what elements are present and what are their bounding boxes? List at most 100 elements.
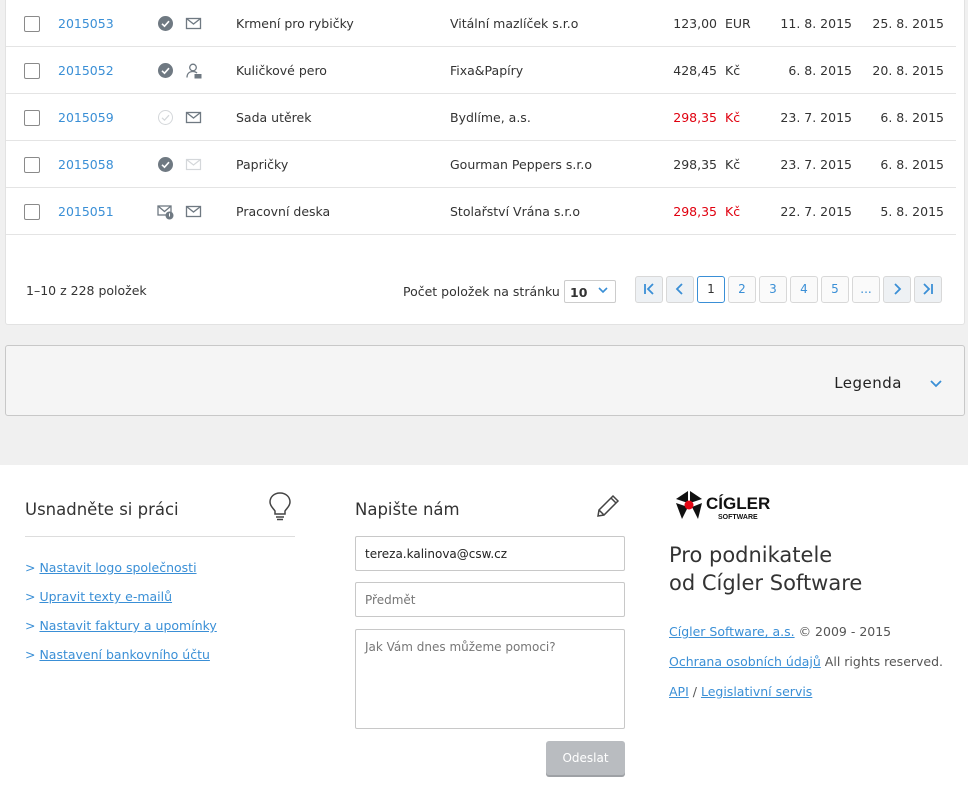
due-date: 6. 8. 2015 bbox=[880, 157, 944, 172]
api-link[interactable]: API bbox=[669, 684, 689, 699]
row-checkbox[interactable] bbox=[24, 157, 40, 173]
issue-date: 23. 7. 2015 bbox=[780, 110, 852, 125]
page-button[interactable]: 3 bbox=[759, 276, 787, 303]
last-page-button[interactable] bbox=[914, 276, 942, 303]
email-pending-icon bbox=[185, 156, 202, 173]
invoice-amount: 123,00 bbox=[673, 16, 717, 31]
help-link-item: > Nastavit logo společnosti bbox=[25, 560, 217, 589]
invoice-currency: Kč bbox=[725, 157, 741, 172]
legend-label: Legenda bbox=[834, 374, 902, 392]
invoice-number[interactable]: 2015052 bbox=[58, 47, 114, 94]
item-name: Kuličkové pero bbox=[236, 63, 327, 78]
table-row[interactable]: 2015051 Pracovní deska Stolařství Vrána s.… bbox=[6, 188, 956, 235]
first-page-button[interactable] bbox=[635, 276, 663, 303]
privacy-link[interactable]: Ochrana osobních údajů bbox=[669, 654, 821, 669]
chevron-down-icon bbox=[597, 284, 609, 299]
svg-text:SOFTWARE: SOFTWARE bbox=[718, 514, 758, 521]
chevron-right-icon: > bbox=[25, 560, 40, 575]
chevron-left-icon bbox=[675, 282, 683, 295]
page-button[interactable]: 1 bbox=[697, 276, 725, 303]
chevron-right-icon: > bbox=[25, 589, 40, 604]
legend-panel[interactable]: Legenda bbox=[5, 345, 965, 416]
invoice-number[interactable]: 2015059 bbox=[58, 94, 114, 141]
help-link[interactable]: Nastavení bankovního účtu bbox=[39, 647, 209, 662]
pencil-icon bbox=[595, 493, 621, 523]
issue-date: 22. 7. 2015 bbox=[780, 204, 852, 219]
invoice-amount: 298,35 bbox=[673, 110, 717, 125]
email-icon bbox=[185, 203, 202, 220]
invoice-amount: 298,35 bbox=[673, 204, 717, 219]
company-name: Bydlíme, a.s. bbox=[450, 110, 531, 125]
invoice-number[interactable]: 2015058 bbox=[58, 141, 114, 188]
invoice-currency: Kč bbox=[725, 63, 741, 78]
privacy-line: Ochrana osobních údajů All rights reserv… bbox=[669, 654, 943, 669]
unpaid-check-icon bbox=[157, 109, 174, 126]
item-name: Krmení pro rybičky bbox=[236, 16, 354, 31]
legal-link[interactable]: Legislativní servis bbox=[701, 684, 812, 699]
invoice-amount: 298,35 bbox=[673, 157, 717, 172]
due-date: 5. 8. 2015 bbox=[880, 204, 944, 219]
row-checkbox[interactable] bbox=[24, 16, 40, 32]
chevron-down-icon[interactable] bbox=[929, 376, 943, 395]
person-icon bbox=[185, 62, 202, 79]
row-checkbox[interactable] bbox=[24, 63, 40, 79]
help-links: > Nastavit logo společnosti > Upravit tex… bbox=[25, 560, 217, 676]
company-name: Fixa&Papíry bbox=[450, 63, 524, 78]
email-icon bbox=[185, 15, 202, 32]
pagination-info: 1–10 z 228 položek bbox=[26, 283, 147, 298]
invoice-number[interactable]: 2015053 bbox=[58, 0, 114, 47]
per-page-value: 10 bbox=[570, 285, 588, 300]
paid-check-icon bbox=[157, 62, 174, 79]
item-name: Papričky bbox=[236, 157, 289, 172]
email-field[interactable] bbox=[355, 536, 625, 571]
table-row[interactable]: 2015059 Sada utěrek Bydlíme, a.s. 298,35 Kč 2… bbox=[6, 94, 956, 141]
page-ellipsis-button[interactable]: ... bbox=[852, 276, 880, 303]
due-date: 20. 8. 2015 bbox=[872, 63, 944, 78]
invoice-number[interactable]: 2015051 bbox=[58, 188, 114, 235]
rights-text: All rights reserved. bbox=[824, 654, 944, 669]
cigler-logo[interactable]: CÍGLER SOFTWARE bbox=[674, 489, 784, 527]
send-button[interactable]: Odeslat bbox=[546, 741, 625, 775]
copyright-text: © 2009 - 2015 bbox=[798, 624, 892, 639]
email-icon bbox=[185, 109, 202, 126]
item-name: Sada utěrek bbox=[236, 110, 312, 125]
issue-date: 6. 8. 2015 bbox=[788, 63, 852, 78]
invoice-panel: 2015053 Krmení pro rybičky Vitální mazlíče… bbox=[5, 0, 965, 325]
per-page-select[interactable]: 10 bbox=[564, 280, 616, 303]
help-link[interactable]: Nastavit logo společnosti bbox=[39, 560, 196, 575]
help-link[interactable]: Upravit texty e-mailů bbox=[39, 589, 172, 604]
help-title: Usnadněte si práci bbox=[25, 500, 179, 519]
contact-title: Napište nám bbox=[355, 500, 460, 519]
company-link[interactable]: Cígler Software, a.s. bbox=[669, 624, 795, 639]
next-page-button[interactable] bbox=[883, 276, 911, 303]
first-page-icon bbox=[644, 282, 654, 295]
reminder-icon bbox=[157, 203, 174, 220]
message-field[interactable] bbox=[355, 629, 625, 729]
help-link-item: > Nastavení bankovního účtu bbox=[25, 647, 217, 676]
page-button[interactable]: 4 bbox=[790, 276, 818, 303]
help-link[interactable]: Nastavit faktury a upomínky bbox=[39, 618, 216, 633]
chevron-right-icon: > bbox=[25, 647, 40, 662]
invoice-amount: 428,45 bbox=[673, 63, 717, 78]
due-date: 25. 8. 2015 bbox=[872, 16, 944, 31]
invoice-currency: Kč bbox=[725, 204, 741, 219]
table-row[interactable]: 2015052 Kuličkové pero Fixa&Papíry 428,45 Kč… bbox=[6, 47, 956, 94]
lightbulb-icon bbox=[267, 491, 293, 525]
row-checkbox[interactable] bbox=[24, 110, 40, 126]
page-button[interactable]: 2 bbox=[728, 276, 756, 303]
page-button[interactable]: 5 bbox=[821, 276, 849, 303]
issue-date: 11. 8. 2015 bbox=[780, 16, 852, 31]
table-row[interactable]: 2015058 Papričky Gourman Peppers s.r.o 298,… bbox=[6, 141, 956, 188]
help-link-item: > Upravit texty e-mailů bbox=[25, 589, 217, 618]
table-row[interactable]: 2015053 Krmení pro rybičky Vitální mazlíče… bbox=[6, 0, 956, 47]
copyright-line: Cígler Software, a.s. © 2009 - 2015 bbox=[669, 624, 891, 639]
prev-page-button[interactable] bbox=[666, 276, 694, 303]
company-name: Gourman Peppers s.r.o bbox=[450, 157, 592, 172]
company-name: Stolařství Vrána s.r.o bbox=[450, 204, 581, 219]
item-name: Pracovní deska bbox=[236, 204, 331, 219]
subject-field[interactable] bbox=[355, 582, 625, 617]
row-checkbox[interactable] bbox=[24, 204, 40, 220]
chevron-right-icon bbox=[894, 282, 902, 295]
paid-check-icon bbox=[157, 156, 174, 173]
paid-check-icon bbox=[157, 15, 174, 32]
